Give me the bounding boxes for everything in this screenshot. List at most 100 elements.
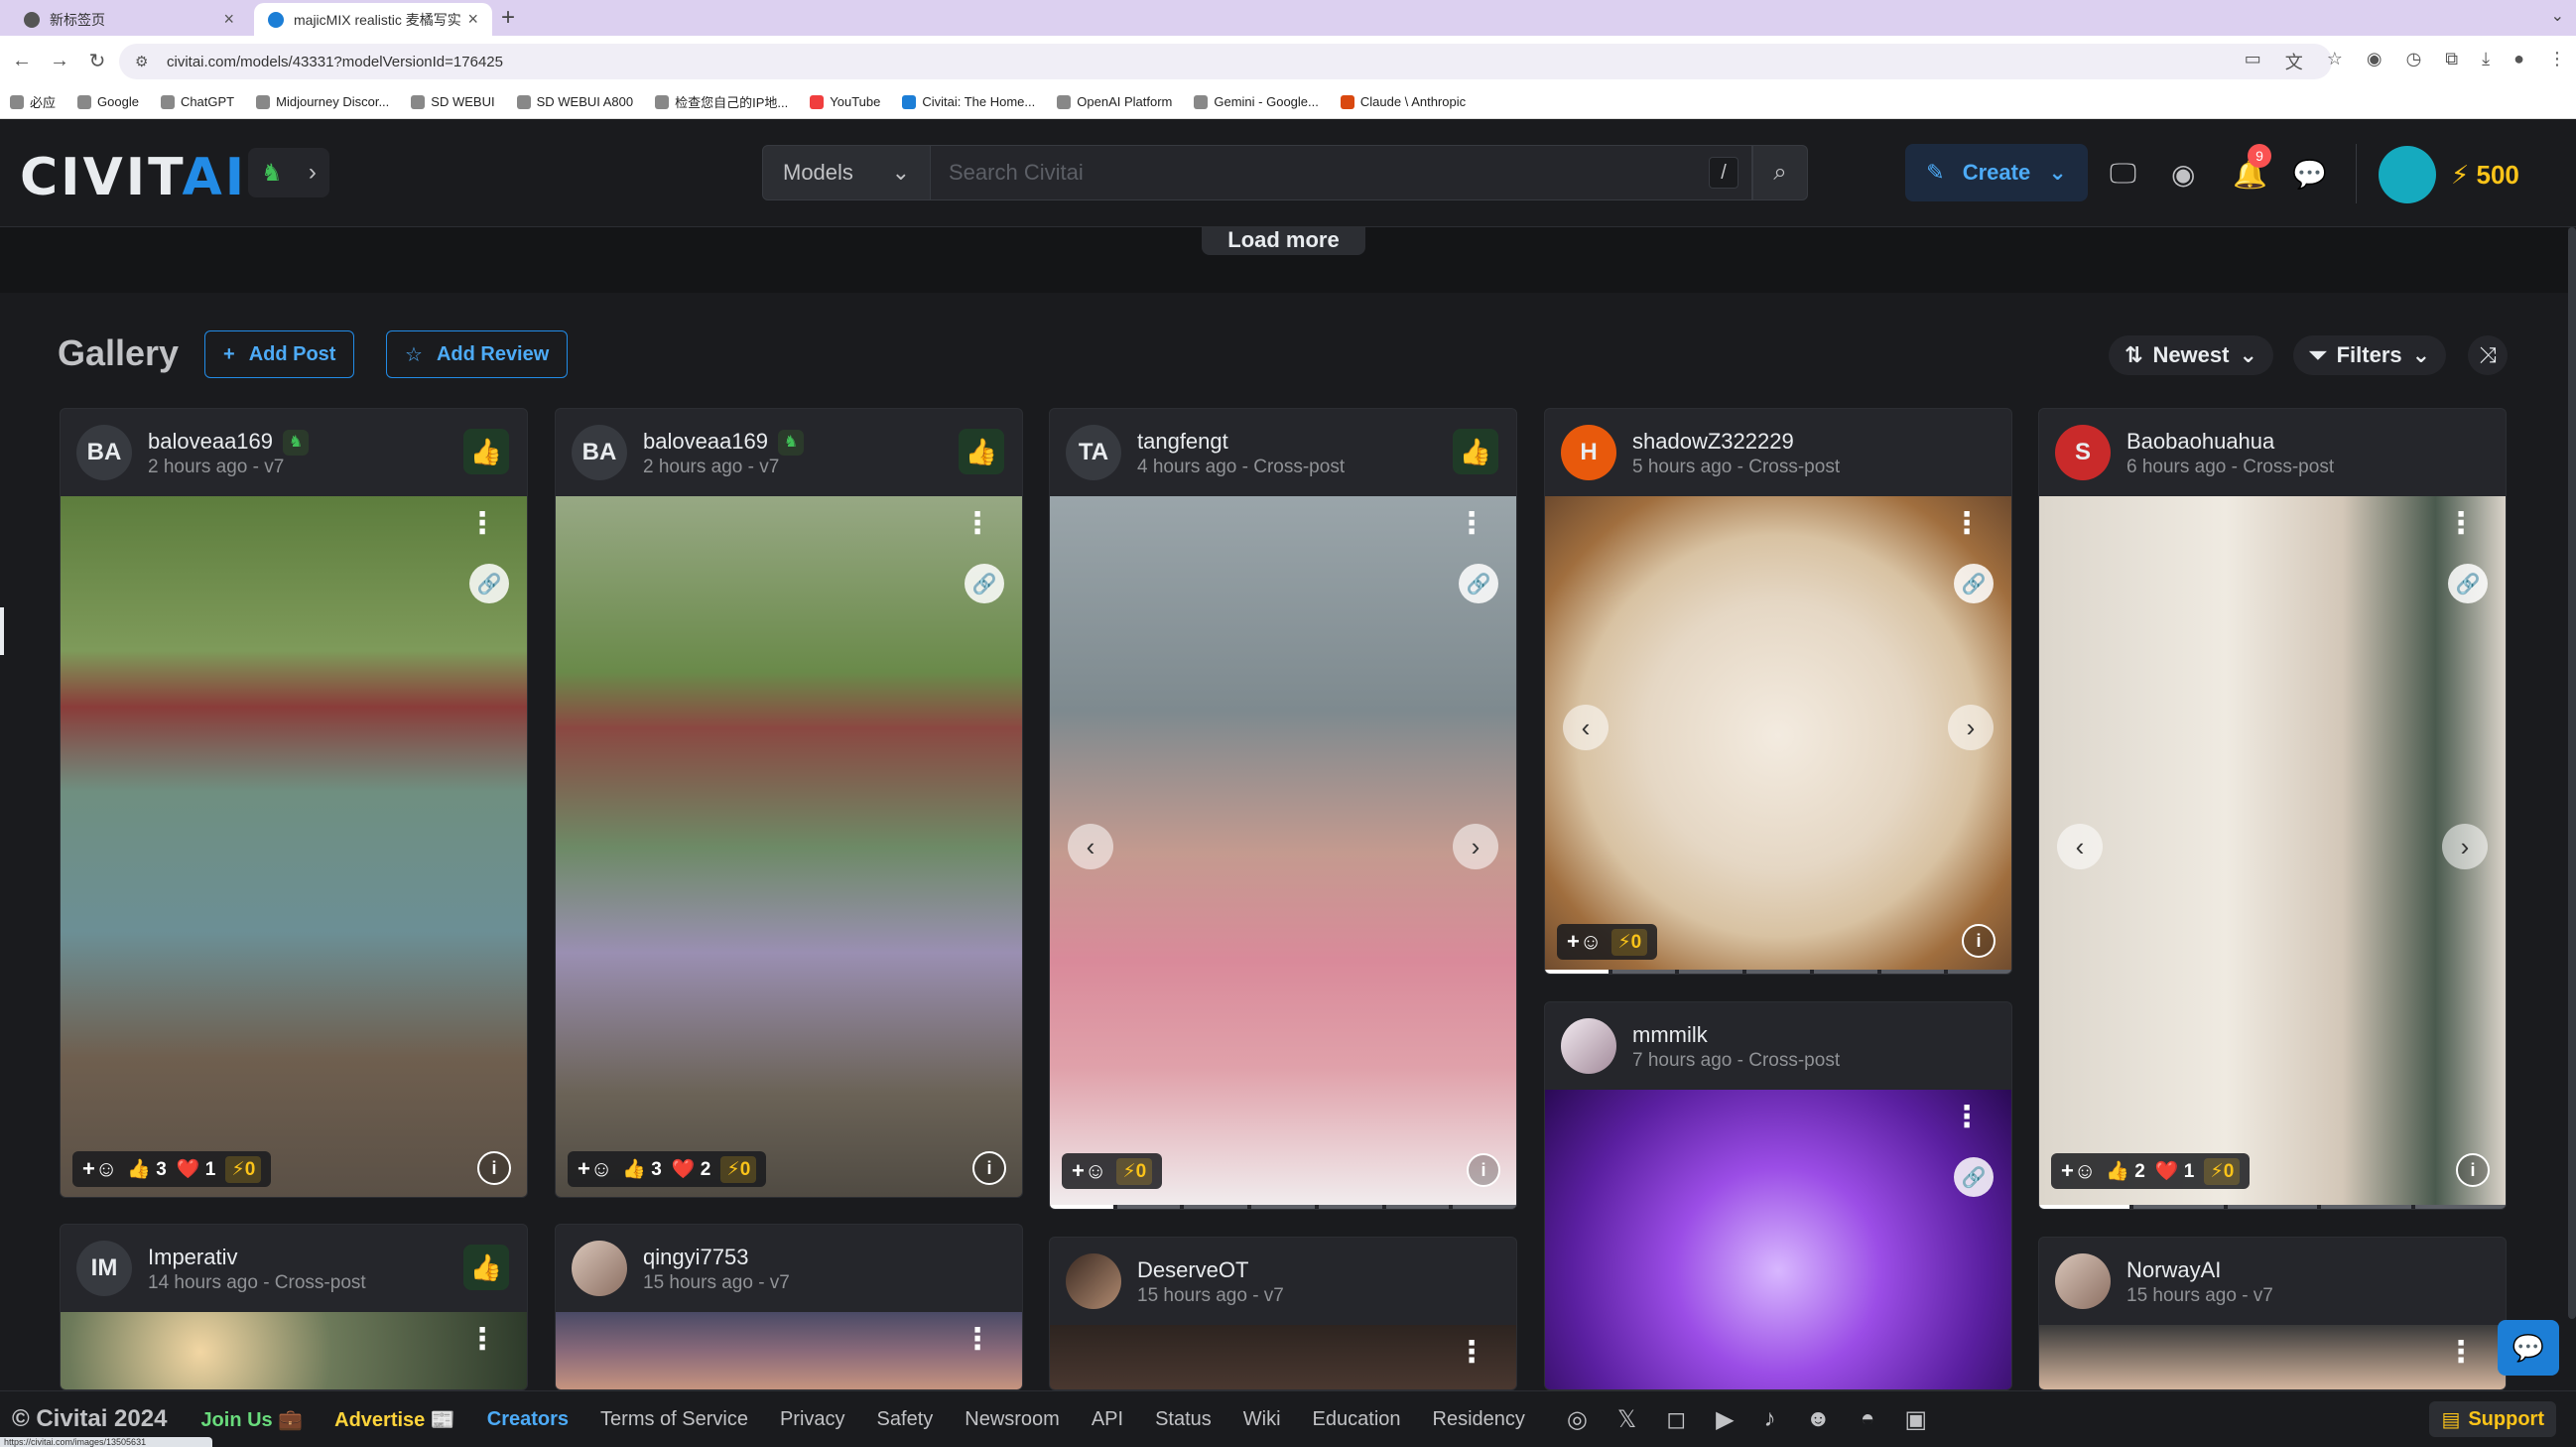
- bookmark-item[interactable]: SD WEBUI: [411, 94, 495, 109]
- bookmark-item[interactable]: Claude \ Anthropic: [1340, 94, 1466, 109]
- history-icon[interactable]: ◷: [2406, 49, 2422, 74]
- heart-reaction[interactable]: ❤️ 2: [672, 1157, 711, 1181]
- youtube-icon[interactable]: ▶: [1716, 1405, 1734, 1434]
- bookmark-item[interactable]: Civitai: The Home...: [902, 94, 1035, 109]
- user-avatar[interactable]: [2379, 146, 2436, 203]
- url-field[interactable]: ⚙ civitai.com/models/43331?modelVersionI…: [119, 44, 2332, 79]
- gallery-card[interactable]: DeserveOT 15 hours ago - v7 ⋮: [1049, 1237, 1517, 1390]
- gallery-image[interactable]: ⋮ 🔗 +☺ 👍 3 ❤️ 1 ⚡0 i: [61, 496, 527, 1197]
- username[interactable]: Imperativ: [148, 1245, 237, 1270]
- link-icon[interactable]: 🔗: [1954, 1157, 1994, 1197]
- add-reaction-icon[interactable]: +☺: [2061, 1158, 2096, 1184]
- browser-tab-civitai[interactable]: majicMIX realistic 麦橘写实 - ×: [254, 3, 492, 36]
- feature-switcher[interactable]: ♞ ›: [248, 148, 329, 197]
- gallery-image[interactable]: ⋮ 🔗 ‹ › +☺ 👍 2 ❤️ 1 ⚡0 i: [2039, 496, 2506, 1209]
- username[interactable]: NorwayAI: [2126, 1257, 2221, 1283]
- support-button[interactable]: ▤ Support: [2429, 1401, 2556, 1437]
- create-button[interactable]: ✎ Create ⌄: [1905, 144, 2088, 201]
- search-scope-select[interactable]: Models ⌄: [762, 145, 931, 200]
- gallery-card[interactable]: BA baloveaa169 ♞ 2 hours ago - v7 👍 ⋮ 🔗 +…: [555, 408, 1023, 1198]
- download-icon[interactable]: ⤓: [2482, 49, 2490, 74]
- buzz-balance[interactable]: ⚡ 500: [2451, 160, 2519, 191]
- add-reaction-icon[interactable]: +☺: [1567, 929, 1602, 955]
- like-reaction[interactable]: 👍 3: [622, 1157, 662, 1181]
- close-tab-icon[interactable]: ×: [223, 9, 234, 30]
- github-icon[interactable]: ◓: [1861, 1405, 1875, 1434]
- link-icon[interactable]: 🔗: [2448, 564, 2488, 603]
- bookmark-item[interactable]: SD WEBUI A800: [516, 94, 633, 109]
- bookmark-item[interactable]: Midjourney Discor...: [256, 94, 389, 109]
- username[interactable]: shadowZ322229: [1632, 429, 1794, 455]
- like-reaction[interactable]: 👍 3: [127, 1157, 167, 1181]
- gallery-image[interactable]: ⋮: [1050, 1325, 1516, 1389]
- gallery-image[interactable]: ⋮ 🔗 ‹ › +☺ ⚡0 i: [1050, 496, 1516, 1209]
- gallery-image[interactable]: ⋮ 🔗 +☺ 👍 3 ❤️ 2 ⚡0 i: [556, 496, 1022, 1197]
- load-more-button[interactable]: Load more: [1202, 227, 1365, 255]
- like-reaction[interactable]: 👍 2: [2106, 1159, 2145, 1183]
- footer-link-api[interactable]: API: [1092, 1408, 1123, 1431]
- instagram-icon[interactable]: ◻: [1666, 1405, 1686, 1434]
- site-info-icon[interactable]: ⚙: [135, 53, 153, 70]
- avatar[interactable]: [2055, 1253, 2111, 1309]
- reddit-icon[interactable]: ☻: [1806, 1405, 1831, 1434]
- new-tab-icon[interactable]: +: [501, 4, 515, 32]
- heart-reaction[interactable]: ❤️ 1: [177, 1157, 216, 1181]
- info-icon[interactable]: i: [972, 1151, 1006, 1185]
- gallery-card[interactable]: TA tangfengt 4 hours ago - Cross-post 👍 …: [1049, 408, 1517, 1210]
- gallery-image[interactable]: ⋮: [61, 1312, 527, 1389]
- info-icon[interactable]: i: [1467, 1153, 1500, 1187]
- footer-link-join-us[interactable]: Join Us 💼: [200, 1407, 303, 1432]
- translate-icon[interactable]: 文: [2285, 49, 2303, 74]
- username[interactable]: tangfengt: [1137, 429, 1228, 455]
- search-button[interactable]: ⌕: [1752, 145, 1808, 200]
- chat-assistant-button[interactable]: 💬: [2498, 1320, 2559, 1376]
- more-options-icon[interactable]: ⋮: [1952, 1103, 1982, 1132]
- avatar[interactable]: H: [1561, 425, 1616, 480]
- avatar[interactable]: IM: [76, 1241, 132, 1296]
- back-icon[interactable]: ←: [6, 50, 38, 72]
- footer-link-privacy[interactable]: Privacy: [780, 1408, 845, 1431]
- carousel-next-arrow[interactable]: ›: [2442, 824, 2488, 869]
- footer-link-status[interactable]: Status: [1155, 1408, 1212, 1431]
- avatar[interactable]: BA: [572, 425, 627, 480]
- avatar[interactable]: S: [2055, 425, 2111, 480]
- bookmark-item[interactable]: Gemini - Google...: [1194, 94, 1319, 109]
- gallery-card[interactable]: IM Imperativ 14 hours ago - Cross-post 👍…: [60, 1224, 528, 1390]
- link-icon[interactable]: 🔗: [965, 564, 1004, 603]
- reload-icon[interactable]: ↻: [81, 49, 113, 73]
- info-icon[interactable]: i: [2456, 1153, 2490, 1187]
- more-options-icon[interactable]: ⋮: [2446, 1338, 2476, 1368]
- discord-icon[interactable]: ◎: [1567, 1405, 1588, 1434]
- browser-tab-newtab[interactable]: 新标签页 ×: [10, 3, 248, 36]
- footer-link-safety[interactable]: Safety: [877, 1408, 934, 1431]
- profile-icon[interactable]: ●: [2513, 49, 2524, 74]
- footer-link-creators[interactable]: Creators: [487, 1408, 569, 1431]
- tab-search-chevron-icon[interactable]: ⌄: [2551, 6, 2564, 26]
- footer-link-wiki[interactable]: Wiki: [1243, 1408, 1281, 1431]
- footer-link-terms[interactable]: Terms of Service: [600, 1408, 748, 1431]
- bookmark-item[interactable]: ChatGPT: [160, 94, 234, 109]
- x-twitter-icon[interactable]: 𝕏: [1617, 1405, 1636, 1434]
- tip-buzz[interactable]: ⚡0: [1116, 1157, 1153, 1185]
- username[interactable]: baloveaa169 ♞: [148, 429, 310, 457]
- shuffle-button[interactable]: ⤨: [2468, 335, 2508, 375]
- install-app-icon[interactable]: ▭: [2245, 49, 2261, 74]
- footer-link-newsroom[interactable]: Newsroom: [965, 1408, 1060, 1431]
- close-tab-icon[interactable]: ×: [467, 9, 478, 30]
- info-icon[interactable]: i: [1962, 924, 1996, 958]
- avatar[interactable]: BA: [76, 425, 132, 480]
- gallery-image[interactable]: ⋮ 🔗: [1545, 1090, 2011, 1389]
- filters-button[interactable]: ⏷ Filters ⌄: [2293, 335, 2447, 375]
- avatar[interactable]: TA: [1066, 425, 1121, 480]
- avatar[interactable]: [1561, 1018, 1616, 1074]
- add-post-button[interactable]: + Add Post: [204, 330, 355, 378]
- username[interactable]: mmmilk: [1632, 1022, 1708, 1048]
- more-options-icon[interactable]: ⋮: [1952, 509, 1982, 539]
- browsing-level-eye-icon[interactable]: ◉: [2171, 158, 2195, 191]
- tip-buzz[interactable]: ⚡0: [720, 1155, 757, 1183]
- civitai-logo[interactable]: CIVITAI: [20, 148, 247, 207]
- gallery-card[interactable]: H shadowZ322229 5 hours ago - Cross-post…: [1544, 408, 2012, 975]
- add-review-button[interactable]: ☆ Add Review: [386, 330, 569, 378]
- gallery-image[interactable]: ⋮: [556, 1312, 1022, 1389]
- footer-link-education[interactable]: Education: [1313, 1408, 1401, 1431]
